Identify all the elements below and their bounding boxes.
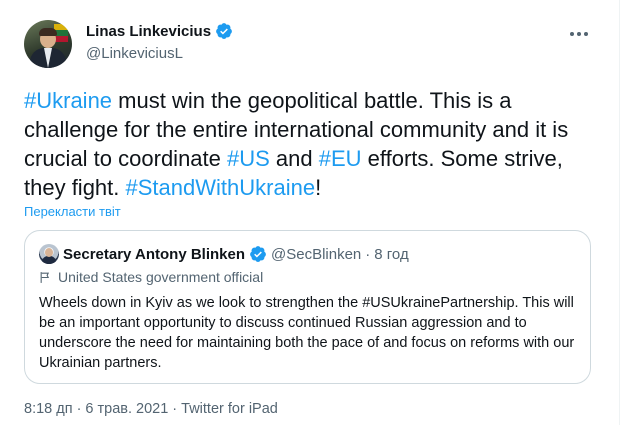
quote-text: Wheels down in Kyiv as we look to streng… xyxy=(39,295,575,371)
author-display-name[interactable]: Linas Linkevicius xyxy=(86,23,211,40)
quote-timestamp: 8 год xyxy=(374,245,409,263)
author-handle[interactable]: @LinkeviciusL xyxy=(86,45,183,62)
tweet-text: #Ukraine must win the geopolitical battl… xyxy=(24,86,584,202)
quote-display-name: Secretary Antony Blinken xyxy=(63,245,245,263)
tweet-time[interactable]: 8:18 дп xyxy=(24,401,73,417)
meta-separator: · xyxy=(172,401,178,417)
tweet-text-segment: ! xyxy=(315,175,322,200)
quote-handle: @SecBlinken xyxy=(271,245,362,263)
flag-icon xyxy=(40,271,50,283)
verified-badge-icon xyxy=(216,23,232,39)
avatar-hair xyxy=(39,28,57,36)
hashtag-link[interactable]: #EU xyxy=(319,146,362,171)
hashtag-link[interactable]: #Ukraine xyxy=(24,88,112,113)
author-name-row: Linas Linkevicius xyxy=(86,22,233,40)
quote-separator: · xyxy=(365,245,371,263)
hashtag-link[interactable]: #StandWithUkraine xyxy=(126,175,316,200)
quote-avatar-head xyxy=(45,248,53,257)
meta-separator: · xyxy=(76,401,82,417)
quote-author-avatar xyxy=(39,244,59,264)
more-options-icon[interactable] xyxy=(564,22,594,46)
quote-name-row: Secretary Antony Blinken @SecBlinken · 8… xyxy=(63,245,409,263)
verified-badge-icon xyxy=(250,246,266,262)
tweet-card: Linas Linkevicius @LinkeviciusL #Ukraine… xyxy=(0,0,620,425)
dot-icon xyxy=(577,32,581,36)
tweet-date[interactable]: 6 трав. 2021 xyxy=(85,401,168,417)
tweet-source[interactable]: Twitter for iPad xyxy=(181,401,278,417)
quote-avatar-body xyxy=(42,256,56,264)
dot-icon xyxy=(584,32,588,36)
government-label-text: United States government official xyxy=(58,269,264,285)
dot-icon xyxy=(570,32,574,36)
tweet-text-segment: and xyxy=(269,146,319,171)
tweet-meta: 8:18 дп · 6 трав. 2021 · Twitter for iPa… xyxy=(24,401,278,417)
quoted-tweet[interactable]: Secretary Antony Blinken @SecBlinken · 8… xyxy=(24,230,591,384)
government-label: United States government official xyxy=(39,269,263,285)
author-avatar[interactable] xyxy=(24,20,72,68)
hashtag-link[interactable]: #US xyxy=(227,146,270,171)
translate-tweet-link[interactable]: Перекласти твіт xyxy=(24,204,121,219)
